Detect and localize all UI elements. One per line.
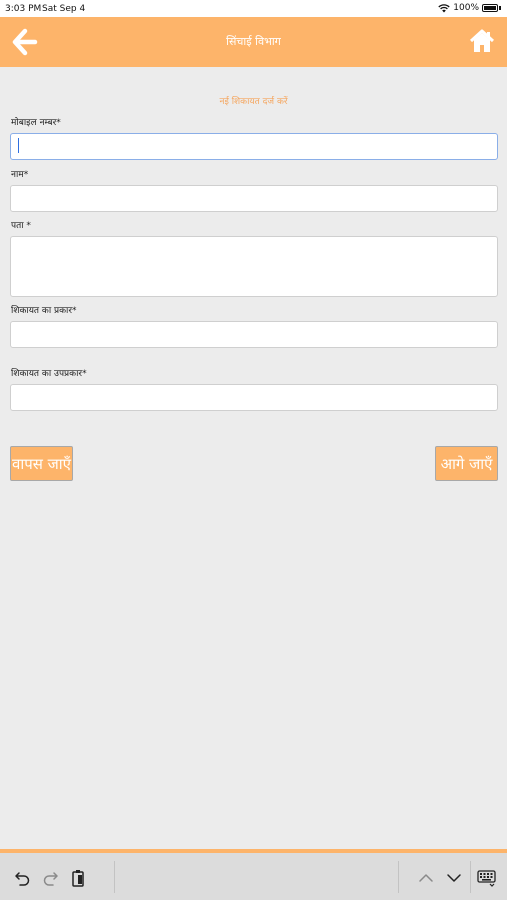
complaint-subtype-input[interactable] <box>10 384 498 411</box>
form-heading: नई शिकायत दर्ज करें <box>219 97 288 107</box>
toolbar-separator <box>114 861 115 893</box>
home-icon[interactable] <box>469 28 495 54</box>
complaint-subtype-label: शिकायत का उपप्रकार* <box>11 369 87 379</box>
undo-icon[interactable] <box>14 869 32 887</box>
toolbar-separator <box>398 861 399 893</box>
battery-icon <box>482 4 498 12</box>
page-title: सिंचाई विभाग <box>226 35 281 48</box>
keyboard-toolbar <box>0 853 507 900</box>
status-date: Sat Sep 4 <box>42 4 86 14</box>
app-header: सिंचाई विभाग <box>0 17 507 67</box>
wifi-icon <box>438 3 450 12</box>
text-cursor <box>18 138 19 153</box>
redo-icon[interactable] <box>41 869 59 887</box>
mobile-number-input[interactable] <box>10 133 498 160</box>
toolbar-separator <box>470 861 471 893</box>
back-button[interactable]: वापस जाएँ <box>10 446 73 481</box>
address-label: पता * <box>11 221 31 231</box>
address-textarea[interactable] <box>10 236 498 297</box>
battery-tip <box>499 6 501 10</box>
complaint-type-input[interactable] <box>10 321 498 348</box>
chevron-up-icon[interactable] <box>417 869 435 887</box>
status-time: 3:03 PM <box>5 4 42 14</box>
status-bar: 3:03 PM Sat Sep 4 100% <box>0 0 507 17</box>
mobile-number-label: मोबाइल नम्बर* <box>11 118 61 128</box>
complaint-type-label: शिकायत का प्रकार* <box>11 306 77 316</box>
name-label: नाम* <box>11 170 29 180</box>
paste-icon[interactable] <box>69 869 87 887</box>
battery-percent: 100% <box>453 3 479 13</box>
keyboard-icon[interactable] <box>477 869 497 887</box>
chevron-down-icon[interactable] <box>445 869 463 887</box>
status-right: 100% <box>438 3 501 13</box>
name-input[interactable] <box>10 185 498 212</box>
next-button[interactable]: आगे जाएँ <box>435 446 498 481</box>
